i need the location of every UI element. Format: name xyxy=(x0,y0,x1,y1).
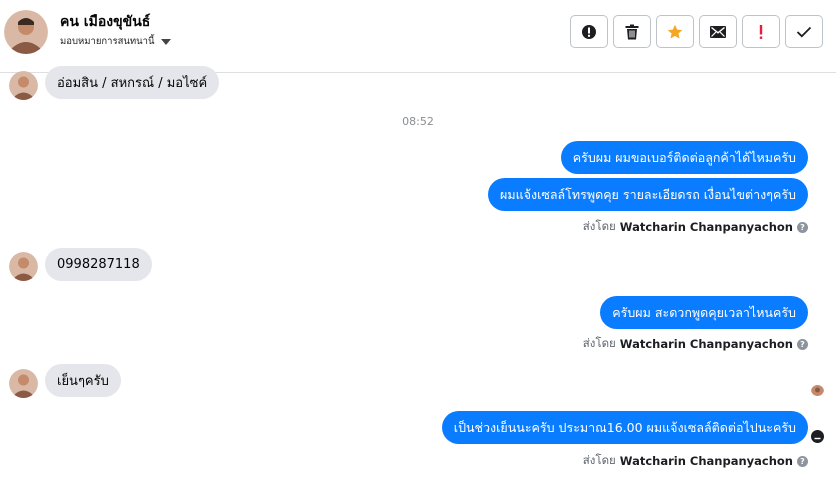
star-icon xyxy=(667,24,683,39)
exclamation-icon xyxy=(759,24,763,39)
sent-by-prefix: ส่งโดย xyxy=(582,336,616,350)
contact-name: คน เมืองขุขันธ์ xyxy=(60,14,151,30)
sent-by-label: ส่งโดย Watcharin Chanpanyachon ? xyxy=(583,452,808,470)
trash-icon xyxy=(625,24,639,39)
sender-avatar xyxy=(9,369,38,398)
alert-circle-icon xyxy=(582,24,596,39)
info-icon[interactable]: ? xyxy=(797,338,808,350)
seen-avatar xyxy=(811,383,824,396)
mark-unread-button[interactable] xyxy=(699,15,737,48)
mark-done-button[interactable] xyxy=(785,15,823,48)
envelope-icon xyxy=(710,25,726,38)
outgoing-message[interactable]: ครับผม สะดวกพูดคุยเวลาไหนครับ xyxy=(600,296,808,329)
sent-by-name: Watcharin Chanpanyachon xyxy=(619,220,793,234)
sent-by-label: ส่งโดย Watcharin Chanpanyachon ? xyxy=(583,335,808,353)
outgoing-message[interactable]: ผมแจ้งเซลล์โทรพูดคุย รายละเอียดรถ เงื่อน… xyxy=(488,178,808,211)
caret-down-icon xyxy=(160,38,171,45)
conversation-actions xyxy=(570,15,823,48)
message-timestamp: 08:52 xyxy=(402,115,434,128)
sent-status-icon xyxy=(811,430,824,443)
delete-button[interactable] xyxy=(613,15,651,48)
contact-avatar[interactable] xyxy=(4,10,48,54)
mark-spam-button[interactable] xyxy=(570,15,608,48)
incoming-message[interactable]: อ่อมสิน / สหกรณ์ / มอไซค์ xyxy=(45,66,220,99)
outgoing-message[interactable]: ครับผม ผมขอเบอร์ติดต่อลูกค้าได้ไหมครับ xyxy=(560,141,808,174)
assign-label: มอบหมายการสนทนานี้ xyxy=(60,36,155,47)
outgoing-message[interactable]: เป็นช่วงเย็นนะครับ ประมาณ16.00 ผมแจ้งเซล… xyxy=(441,411,808,444)
info-icon[interactable]: ? xyxy=(797,221,808,233)
assign-conversation-dropdown[interactable]: มอบหมายการสนทนานี้ xyxy=(60,34,171,49)
info-icon[interactable]: ? xyxy=(797,455,808,467)
sender-avatar xyxy=(9,71,38,100)
conversation-header: คน เมืองขุขันธ์ มอบหมายการสนทนานี้ xyxy=(0,0,836,73)
sender-avatar xyxy=(9,252,38,281)
follow-up-button[interactable] xyxy=(742,15,780,48)
sent-by-label: ส่งโดย Watcharin Chanpanyachon ? xyxy=(583,218,808,236)
sent-by-prefix: ส่งโดย xyxy=(582,453,616,467)
sent-by-name: Watcharin Chanpanyachon xyxy=(619,337,793,351)
incoming-message[interactable]: 0998287118 xyxy=(45,248,152,281)
sent-by-name: Watcharin Chanpanyachon xyxy=(619,454,793,468)
incoming-message[interactable]: เย็นๆครับ xyxy=(45,364,121,397)
message-thread[interactable]: อ่อมสิน / สหกรณ์ / มอไซค์ 08:52 ครับผม ผ… xyxy=(0,66,836,489)
star-button[interactable] xyxy=(656,15,694,48)
sent-by-prefix: ส่งโดย xyxy=(582,219,616,233)
check-icon xyxy=(796,26,812,37)
